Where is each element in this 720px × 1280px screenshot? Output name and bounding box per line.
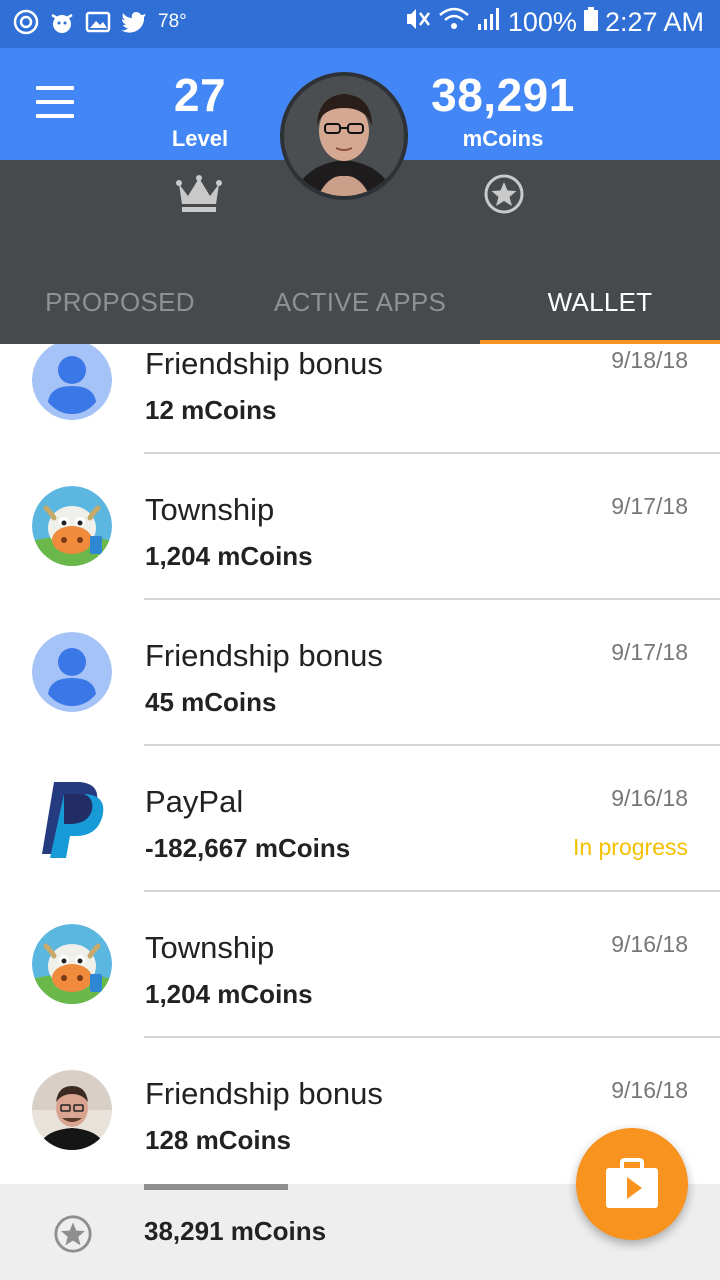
transaction-date: 9/16/18 [611,785,688,811]
transaction-amount: -182,667 mCoins [145,833,351,863]
battery-percent: 100% [507,7,577,37]
clock-time: 2:27 AM [604,7,704,37]
coins-stat: 38,291 mCoins [418,70,588,152]
briefcase-play-icon [606,1158,658,1208]
transaction-status: In progress [572,834,688,860]
township-app-icon [32,924,112,1004]
list-item[interactable]: Friendship bonus 12 mCoins 9/18/18 [0,344,720,454]
township-app-icon [32,486,112,566]
default-user-avatar-icon [32,344,112,420]
transaction-amount: 1,204 mCoins [145,979,313,1009]
app-notification-icon [12,8,40,36]
transaction-title: Township [145,492,275,527]
list-item[interactable]: Township 1,204 mCoins 9/17/18 [0,454,720,600]
level-label: Level [171,126,229,151]
tab-wallet[interactable]: WALLET [480,260,720,344]
transaction-list[interactable]: Friendship bonus 12 mCoins 9/18/18 Towns… [0,344,720,1182]
tab-bar: PROPOSED ACTIVE APPS WALLET [0,260,720,344]
store-fab-button[interactable] [576,1128,688,1240]
scroll-indicator [144,1184,288,1190]
transaction-amount: 12 mCoins [145,395,277,425]
transaction-date: 9/16/18 [611,931,688,957]
transaction-title: Township [145,930,275,965]
image-notification-icon [84,8,112,36]
level-stat: 27 Level [140,70,260,152]
transaction-date: 9/18/18 [611,347,688,373]
list-item[interactable]: Township 1,204 mCoins 9/16/18 [0,892,720,1038]
list-item[interactable]: Friendship bonus 45 mCoins 9/17/18 [0,600,720,746]
paypal-logo-icon [32,778,112,858]
transaction-amount: 1,204 mCoins [145,541,313,571]
battery-icon [583,6,599,39]
cow-notification-icon [48,8,76,36]
balance-total: 38,291 mCoins [144,1216,327,1246]
coins-value: 38,291 [431,69,575,121]
wifi-icon [438,6,470,39]
level-value: 27 [173,69,227,121]
friend-photo-avatar [32,1070,112,1150]
menu-hamburger-icon[interactable] [36,86,74,118]
transaction-title: Friendship bonus [145,346,383,381]
tab-active-apps[interactable]: ACTIVE APPS [240,260,480,344]
twitter-icon [120,8,148,36]
default-user-avatar-icon [32,632,112,712]
star-coin-icon[interactable] [483,173,525,215]
transaction-title: Friendship bonus [145,638,383,673]
transaction-title: Friendship bonus [145,1076,383,1111]
coins-label: mCoins [462,126,544,151]
notification-icons: 78° [12,8,187,36]
star-coin-icon [53,1214,93,1254]
signal-icon [476,6,502,39]
transaction-date: 9/17/18 [611,639,688,665]
temperature-text: 78° [158,11,187,32]
transaction-title: PayPal [145,784,244,819]
status-bar: 78° 100% 2:27 AM [0,0,720,48]
transaction-amount: 45 mCoins [145,687,277,717]
profile-avatar[interactable] [280,72,408,200]
transaction-date: 9/17/18 [611,493,688,519]
crown-icon[interactable] [176,174,222,214]
mute-vibrate-icon [402,6,432,39]
tab-proposed[interactable]: PROPOSED [0,260,240,344]
transaction-amount: 128 mCoins [145,1125,291,1155]
system-status: 100% 2:27 AM [402,6,704,39]
list-item[interactable]: PayPal -182,667 mCoins 9/16/18 In progre… [0,746,720,892]
transaction-date: 9/16/18 [611,1077,688,1103]
